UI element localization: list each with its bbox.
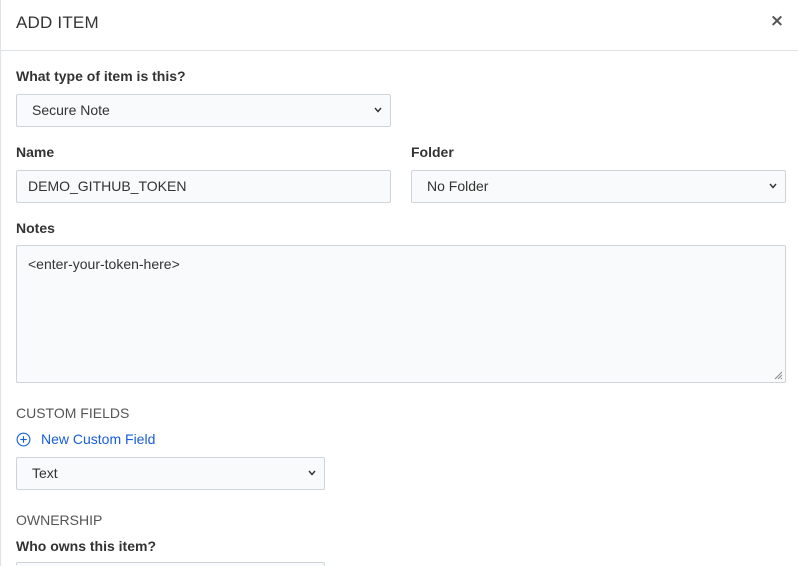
item-type-select[interactable]: Secure Note: [16, 94, 391, 127]
folder-label: Folder: [411, 144, 454, 160]
modal-header: ADD ITEM ×: [1, 0, 798, 51]
ownership-question-label: Who owns this item?: [16, 538, 156, 554]
new-custom-field-label: New Custom Field: [41, 431, 156, 447]
name-input-value: DEMO_GITHUB_TOKEN: [28, 178, 187, 194]
item-type-label: What type of item is this?: [16, 68, 186, 84]
custom-field-type-select[interactable]: Text: [16, 457, 325, 490]
notes-value: <enter-your-token-here>: [28, 256, 180, 272]
custom-field-type-value: Text: [32, 465, 58, 481]
notes-textarea[interactable]: <enter-your-token-here>: [16, 245, 786, 383]
new-custom-field-link[interactable]: New Custom Field: [16, 430, 155, 448]
chevron-down-icon: [374, 107, 382, 113]
name-input[interactable]: DEMO_GITHUB_TOKEN: [16, 170, 391, 203]
ownership-select[interactable]: [16, 562, 325, 566]
name-label: Name: [16, 144, 55, 160]
close-button[interactable]: ×: [767, 10, 787, 32]
item-type-value: Secure Note: [32, 102, 110, 118]
ownership-heading: OWNERSHIP: [16, 512, 103, 528]
notes-label: Notes: [16, 220, 55, 236]
chevron-down-icon: [308, 470, 316, 476]
folder-select[interactable]: No Folder: [411, 170, 786, 203]
folder-value: No Folder: [427, 178, 489, 194]
chevron-down-icon: [769, 183, 777, 189]
add-item-modal: ADD ITEM × What type of item is this? Se…: [0, 0, 798, 566]
resize-handle-icon[interactable]: [773, 370, 783, 380]
custom-fields-heading: CUSTOM FIELDS: [16, 405, 130, 421]
modal-title: ADD ITEM: [16, 13, 99, 32]
plus-circle-icon: [16, 432, 31, 446]
